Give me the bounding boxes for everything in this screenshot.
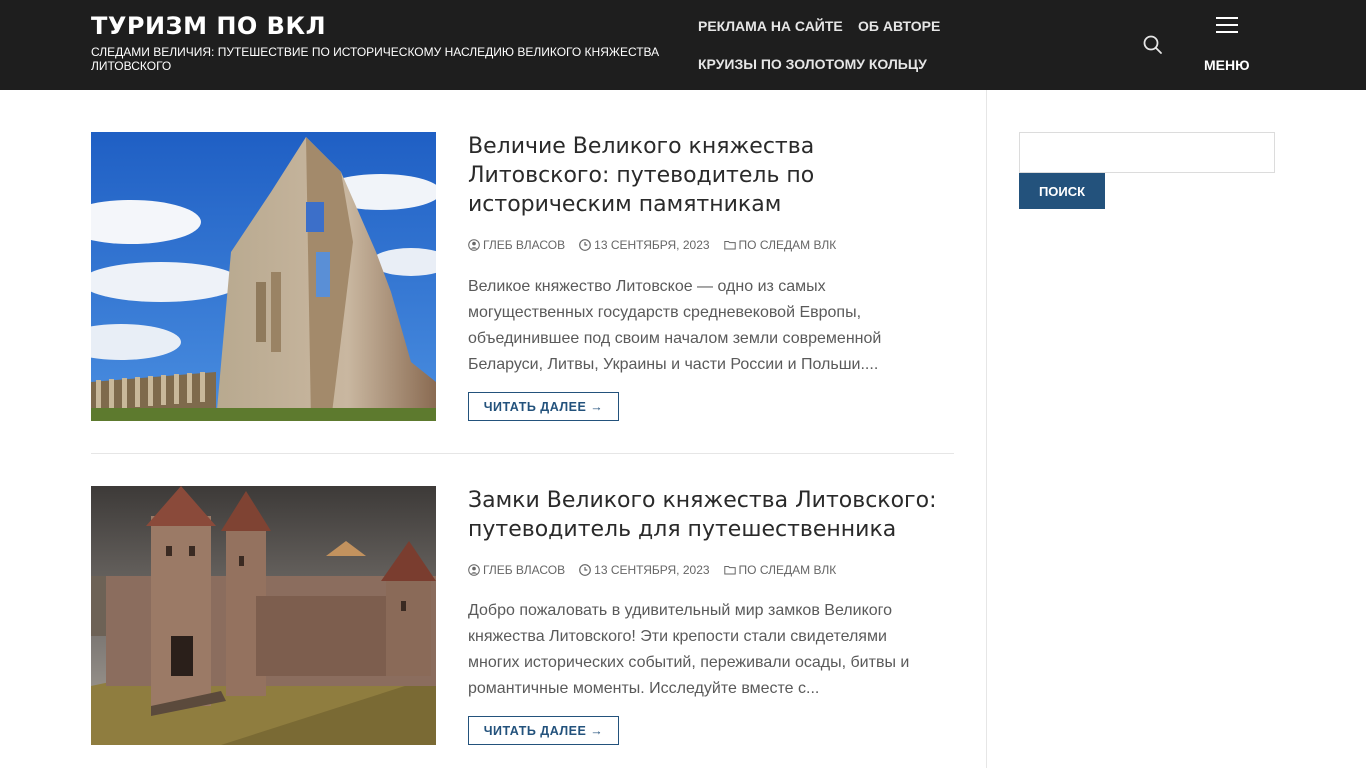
folder-icon bbox=[723, 241, 736, 250]
post-meta: ГЛЕБ ВЛАСОВ 13 СЕНТЯБРЯ, 2023 ПО СЛЕДАМ … bbox=[468, 238, 836, 252]
post-date-text: 13 СЕНТЯБРЯ, 2023 bbox=[594, 238, 710, 252]
nav-link-advertising[interactable]: РЕКЛАМА НА САЙТЕ bbox=[698, 18, 843, 34]
menu-toggle-button[interactable]: МЕНЮ bbox=[1199, 12, 1255, 78]
post-meta: ГЛЕБ ВЛАСОВ 13 СЕНТЯБРЯ, 2023 ПО СЛЕДАМ … bbox=[468, 563, 836, 577]
post-excerpt: Добро пожаловать в удивительный мир замк… bbox=[468, 602, 910, 697]
post-date[interactable]: 13 СЕНТЯБРЯ, 2023 bbox=[579, 238, 710, 252]
post-category[interactable]: ПО СЛЕДАМ ВЛК bbox=[723, 563, 837, 577]
post-body: Величие Великого княжества Литовского: п… bbox=[468, 132, 954, 421]
post-thumbnail-castle[interactable] bbox=[91, 486, 436, 745]
post-body: Замки Великого княжества Литовского: пут… bbox=[468, 486, 954, 745]
read-more-button[interactable]: ЧИТАТЬ ДАЛЕЕ → bbox=[468, 392, 619, 421]
post-category[interactable]: ПО СЛЕДАМ ВЛК bbox=[723, 238, 837, 252]
post-card: Замки Великого княжества Литовского: пут… bbox=[91, 486, 954, 768]
clock-icon bbox=[579, 564, 592, 576]
post-date-text: 13 СЕНТЯБРЯ, 2023 bbox=[594, 563, 710, 577]
post-date[interactable]: 13 СЕНТЯБРЯ, 2023 bbox=[579, 563, 710, 577]
post-author-name: ГЛЕБ ВЛАСОВ bbox=[483, 563, 566, 577]
user-icon bbox=[468, 239, 480, 251]
post-title[interactable]: Замки Великого княжества Литовского: пут… bbox=[468, 486, 954, 544]
hamburger-icon bbox=[1216, 17, 1238, 33]
sidebar-search-input[interactable] bbox=[1019, 132, 1275, 173]
post-excerpt: Великое княжество Литовское — одно из са… bbox=[468, 278, 882, 373]
user-icon bbox=[468, 564, 480, 576]
post-title[interactable]: Величие Великого княжества Литовского: п… bbox=[468, 132, 954, 219]
post-category-text: ПО СЛЕДАМ ВЛК bbox=[738, 238, 837, 252]
post-category-text: ПО СЛЕДАМ ВЛК bbox=[738, 563, 837, 577]
post-card: Величие Великого княжества Литовского: п… bbox=[91, 132, 954, 422]
sidebar-divider bbox=[986, 90, 987, 768]
search-icon[interactable] bbox=[1141, 33, 1165, 57]
folder-icon bbox=[723, 566, 736, 575]
post-author[interactable]: ГЛЕБ ВЛАСОВ bbox=[468, 238, 565, 252]
menu-label: МЕНЮ bbox=[1204, 57, 1250, 73]
read-more-button[interactable]: ЧИТАТЬ ДАЛЕЕ → bbox=[468, 716, 619, 745]
post-author[interactable]: ГЛЕБ ВЛАСОВ bbox=[468, 563, 565, 577]
post-author-name: ГЛЕБ ВЛАСОВ bbox=[483, 238, 566, 252]
site-description: СЛЕДАМИ ВЕЛИЧИЯ: ПУТЕШЕСТВИЕ ПО ИСТОРИЧЕ… bbox=[91, 45, 660, 73]
site-header: ТУРИЗМ ПО ВКЛ СЛЕДАМИ ВЕЛИЧИЯ: ПУТЕШЕСТВ… bbox=[0, 0, 1366, 90]
post-thumbnail-palace-ruins[interactable] bbox=[91, 132, 436, 421]
clock-icon bbox=[579, 239, 592, 251]
post-divider bbox=[91, 453, 954, 454]
sidebar-search-button[interactable]: ПОИСК bbox=[1019, 173, 1105, 209]
nav-link-cruises[interactable]: КРУИЗЫ ПО ЗОЛОТОМУ КОЛЬЦУ bbox=[698, 56, 927, 72]
nav-link-about-author[interactable]: ОБ АВТОРЕ bbox=[858, 18, 940, 34]
site-title[interactable]: ТУРИЗМ ПО ВКЛ bbox=[91, 12, 326, 40]
